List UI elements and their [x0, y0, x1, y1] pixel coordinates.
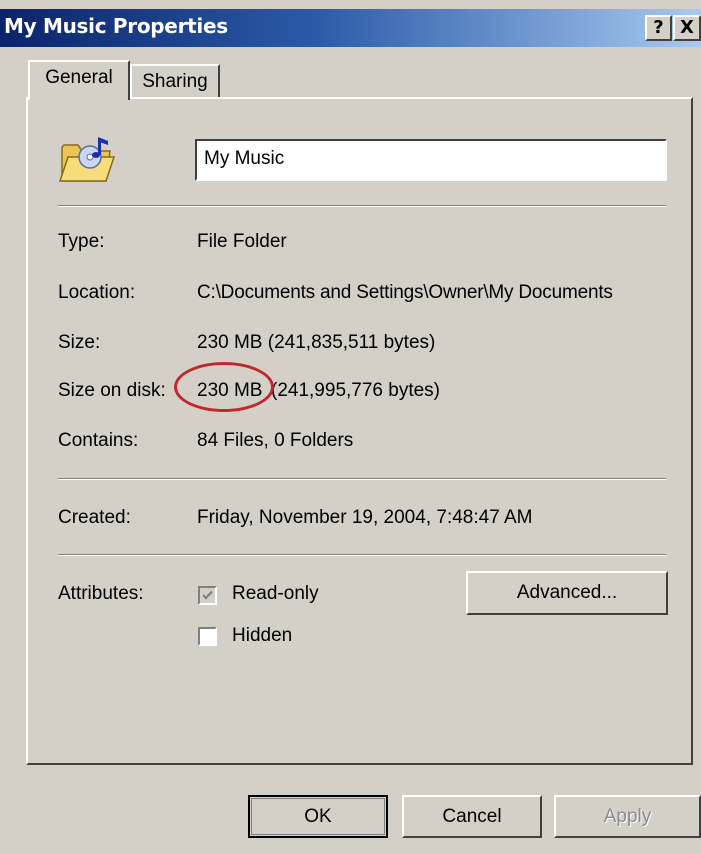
size-value: 230 MB (241,835,511 bytes) — [197, 332, 436, 353]
contains-label: Contains: — [58, 430, 139, 451]
folder-name-input[interactable]: My Music — [195, 139, 667, 181]
created-value: Friday, November 19, 2004, 7:48:47 AM — [197, 507, 533, 528]
size-label: Size: — [58, 332, 101, 353]
location-value: C:\Documents and Settings\Owner\My Docum… — [197, 282, 613, 303]
type-value: File Folder — [197, 231, 287, 252]
hidden-label[interactable]: Hidden — [232, 625, 292, 647]
music-folder-icon — [58, 133, 118, 185]
separator — [58, 478, 666, 480]
tab-general-label: General — [45, 67, 113, 88]
separator — [58, 554, 666, 556]
highlight-ellipse-annotation — [174, 362, 274, 412]
size-on-disk-label: Size on disk: — [58, 380, 166, 401]
checkmark-icon — [202, 590, 213, 600]
ok-button[interactable]: OK — [248, 795, 388, 838]
read-only-checkbox[interactable] — [198, 586, 217, 605]
created-label: Created: — [58, 507, 131, 528]
tab-sharing-label: Sharing — [142, 71, 208, 92]
location-label: Location: — [58, 282, 136, 303]
size-on-disk-value-bytes: (241,995,776 bytes) — [271, 380, 441, 401]
tab-sharing[interactable]: Sharing — [130, 64, 220, 98]
title-bar[interactable]: My Music Properties ? X — [0, 9, 701, 47]
separator — [58, 205, 666, 207]
advanced-button[interactable]: Advanced... — [466, 571, 668, 615]
help-button[interactable]: ? — [645, 15, 672, 41]
cancel-button[interactable]: Cancel — [402, 795, 542, 838]
tab-general[interactable]: General — [28, 60, 130, 100]
apply-button[interactable]: Apply — [554, 795, 701, 838]
close-button[interactable]: X — [673, 15, 701, 41]
attributes-label: Attributes: — [58, 583, 144, 604]
type-label: Type: — [58, 231, 105, 252]
hidden-checkbox[interactable] — [198, 627, 217, 646]
read-only-label[interactable]: Read-only — [232, 583, 319, 605]
properties-dialog: My Music Properties ? X General Sharing … — [0, 0, 701, 854]
window-title: My Music Properties — [4, 14, 228, 38]
contains-value: 84 Files, 0 Folders — [197, 430, 354, 451]
